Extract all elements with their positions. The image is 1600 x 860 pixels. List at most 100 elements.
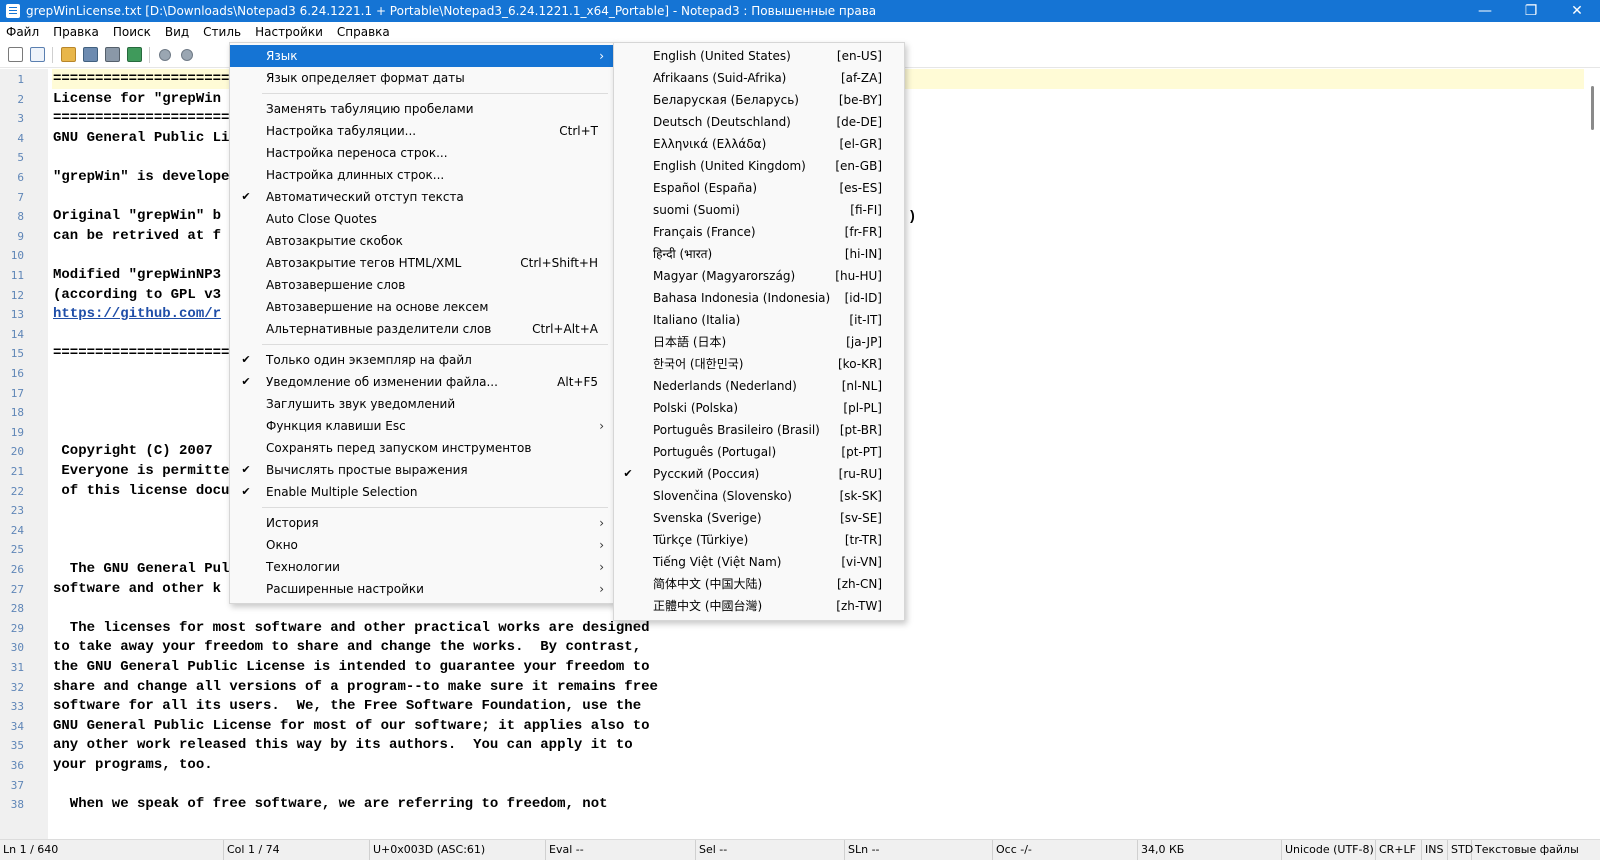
settings-item-11[interactable]: Автозавершение слов: [230, 274, 614, 296]
menu-3[interactable]: Вид: [158, 22, 196, 42]
settings-item-3[interactable]: Заменять табуляцию пробелами: [230, 98, 614, 120]
settings-item-10[interactable]: Автозакрытие тегов HTML/XML Ctrl+Shift+H: [230, 252, 614, 274]
settings-item-13[interactable]: Альтернативные разделители слов Ctrl+Alt+…: [230, 318, 614, 340]
scrollbar-thumb[interactable]: [1591, 86, 1594, 130]
language-item-af-ZA[interactable]: Afrikaans (Suid-Afrika) [af-ZA]: [614, 67, 904, 89]
redo-button[interactable]: [178, 46, 196, 64]
new-file-button[interactable]: [6, 46, 24, 64]
menu-item-label: Автозавершение слов: [266, 278, 406, 292]
language-item-zh-CN[interactable]: 简体中文 (中国大陆) [zh-CN]: [614, 573, 904, 595]
menu-0[interactable]: Файл: [0, 22, 46, 42]
settings-item-24[interactable]: Окно ›: [230, 534, 614, 556]
language-name: Русский (Россия): [653, 467, 760, 481]
notepad-app-icon: [6, 4, 20, 18]
save-button[interactable]: [81, 46, 99, 64]
menu-separator: [262, 507, 608, 508]
code-line: can be retrived at f: [53, 228, 222, 244]
github-link[interactable]: https://github.com/r: [53, 304, 221, 324]
language-item-hu-HU[interactable]: Magyar (Magyarország) [hu-HU]: [614, 265, 904, 287]
menu-4[interactable]: Стиль: [196, 22, 248, 42]
language-item-sv-SE[interactable]: Svenska (Sverige) [sv-SE]: [614, 507, 904, 529]
save-as-button[interactable]: [103, 46, 121, 64]
code-line: =====================: [53, 71, 230, 87]
language-item-nl-NL[interactable]: Nederlands (Nederland) [nl-NL]: [614, 375, 904, 397]
undo-button[interactable]: [156, 46, 174, 64]
language-item-pl-PL[interactable]: Polski (Polska) [pl-PL]: [614, 397, 904, 419]
settings-item-17[interactable]: Заглушить звук уведомлений: [230, 393, 614, 415]
vertical-scrollbar[interactable]: [1584, 69, 1600, 839]
language-item-de-DE[interactable]: Deutsch (Deutschland) [de-DE]: [614, 111, 904, 133]
settings-item-19[interactable]: Сохранять перед запуском инструментов: [230, 437, 614, 459]
language-item-fr-FR[interactable]: Français (France) [fr-FR]: [614, 221, 904, 243]
new-window-button[interactable]: [28, 46, 46, 64]
settings-item-1[interactable]: Язык определяет формат даты: [230, 67, 614, 89]
settings-item-23[interactable]: История ›: [230, 512, 614, 534]
language-code: [es-ES]: [839, 181, 882, 195]
settings-item-6[interactable]: Настройка длинных строк...: [230, 164, 614, 186]
language-item-ko-KR[interactable]: 한국어 (대한민국) [ko-KR]: [614, 353, 904, 375]
settings-item-7[interactable]: ✔ Автоматический отступ текста: [230, 186, 614, 208]
language-code: [zh-TW]: [836, 599, 882, 613]
status-11[interactable]: STD: [1448, 840, 1473, 860]
status-12[interactable]: Текстовые файлы: [1472, 840, 1600, 860]
language-code: [ru-RU]: [838, 467, 882, 481]
settings-item-18[interactable]: Функция клавиши Esc ›: [230, 415, 614, 437]
settings-menu: Язык › Язык определяет формат даты Заменять…: [229, 42, 615, 604]
menu-1[interactable]: Правка: [46, 22, 106, 42]
settings-item-0[interactable]: Язык ›: [230, 45, 614, 67]
minimize-button[interactable]: —: [1462, 0, 1508, 22]
maximize-button[interactable]: ❐: [1508, 0, 1554, 22]
line-number: 24: [10, 524, 24, 537]
language-item-pt-BR[interactable]: Português Brasileiro (Brasil) [pt-BR]: [614, 419, 904, 441]
reload-button[interactable]: [125, 46, 143, 64]
menu-2[interactable]: Поиск: [106, 22, 158, 42]
code-line: (according to GPL v3: [53, 287, 222, 303]
language-item-it-IT[interactable]: Italiano (Italia) [it-IT]: [614, 309, 904, 331]
language-name: Deutsch (Deutschland): [653, 115, 791, 129]
settings-item-8[interactable]: Auto Close Quotes: [230, 208, 614, 230]
settings-item-5[interactable]: Настройка переноса строк...: [230, 142, 614, 164]
language-item-id-ID[interactable]: Bahasa Indonesia (Indonesia) [id-ID]: [614, 287, 904, 309]
menu-5[interactable]: Настройки: [248, 22, 330, 42]
status-9[interactable]: CR+LF: [1376, 840, 1422, 860]
status-10[interactable]: INS: [1422, 840, 1448, 860]
language-item-zh-TW[interactable]: 正體中文 (中國台灣) [zh-TW]: [614, 595, 904, 617]
settings-item-26[interactable]: Расширенные настройки ›: [230, 578, 614, 600]
line-number: 33: [10, 700, 24, 713]
language-item-ru-RU[interactable]: ✔ Русский (Россия) [ru-RU]: [614, 463, 904, 485]
menu-6[interactable]: Справка: [330, 22, 397, 42]
menu-item-label: Заменять табуляцию пробелами: [266, 102, 474, 116]
settings-item-12[interactable]: Автозавершение на основе лексем: [230, 296, 614, 318]
language-code: [de-DE]: [836, 115, 882, 129]
line-number: 31: [10, 661, 24, 674]
language-item-sk-SK[interactable]: Slovenčina (Slovensko) [sk-SK]: [614, 485, 904, 507]
check-icon: ✔: [241, 190, 251, 203]
line-number: 38: [10, 798, 24, 811]
language-item-en-US[interactable]: English (United States) [en-US]: [614, 45, 904, 67]
line-number: 37: [10, 779, 24, 792]
code-line: software and other k: [53, 581, 222, 597]
language-item-hi-IN[interactable]: हिन्दी (भारत) [hi-IN]: [614, 243, 904, 265]
open-folder-button[interactable]: [59, 46, 77, 64]
settings-item-15[interactable]: ✔ Только один экземпляр на файл: [230, 349, 614, 371]
close-button[interactable]: ✕: [1554, 0, 1600, 22]
language-item-el-GR[interactable]: Ελληνικά (Ελλάδα) [el-GR]: [614, 133, 904, 155]
status-8[interactable]: Unicode (UTF-8): [1282, 840, 1376, 860]
line-number: 22: [10, 485, 24, 498]
settings-item-4[interactable]: Настройка табуляции... Ctrl+T: [230, 120, 614, 142]
code-line: "grepWin" is develope: [53, 169, 230, 185]
language-item-fi-FI[interactable]: suomi (Suomi) [fi-FI]: [614, 199, 904, 221]
settings-item-9[interactable]: Автозакрытие скобок: [230, 230, 614, 252]
language-item-ja-JP[interactable]: 日本語 (日本) [ja-JP]: [614, 331, 904, 353]
settings-item-25[interactable]: Технологии ›: [230, 556, 614, 578]
language-item-en-GB[interactable]: English (United Kingdom) [en-GB]: [614, 155, 904, 177]
settings-item-21[interactable]: ✔ Enable Multiple Selection: [230, 481, 614, 503]
language-item-be-BY[interactable]: Беларуская (Беларусь) [be-BY]: [614, 89, 904, 111]
language-item-es-ES[interactable]: Español (España) [es-ES]: [614, 177, 904, 199]
language-item-tr-TR[interactable]: Türkçe (Türkiye) [tr-TR]: [614, 529, 904, 551]
language-item-vi-VN[interactable]: Tiếng Việt (Việt Nam) [vi-VN]: [614, 551, 904, 573]
language-item-pt-PT[interactable]: Português (Portugal) [pt-PT]: [614, 441, 904, 463]
settings-item-16[interactable]: ✔ Уведомление об изменении файла... Alt+F5: [230, 371, 614, 393]
chevron-right-icon: ›: [599, 419, 604, 433]
settings-item-20[interactable]: ✔ Вычислять простые выражения: [230, 459, 614, 481]
